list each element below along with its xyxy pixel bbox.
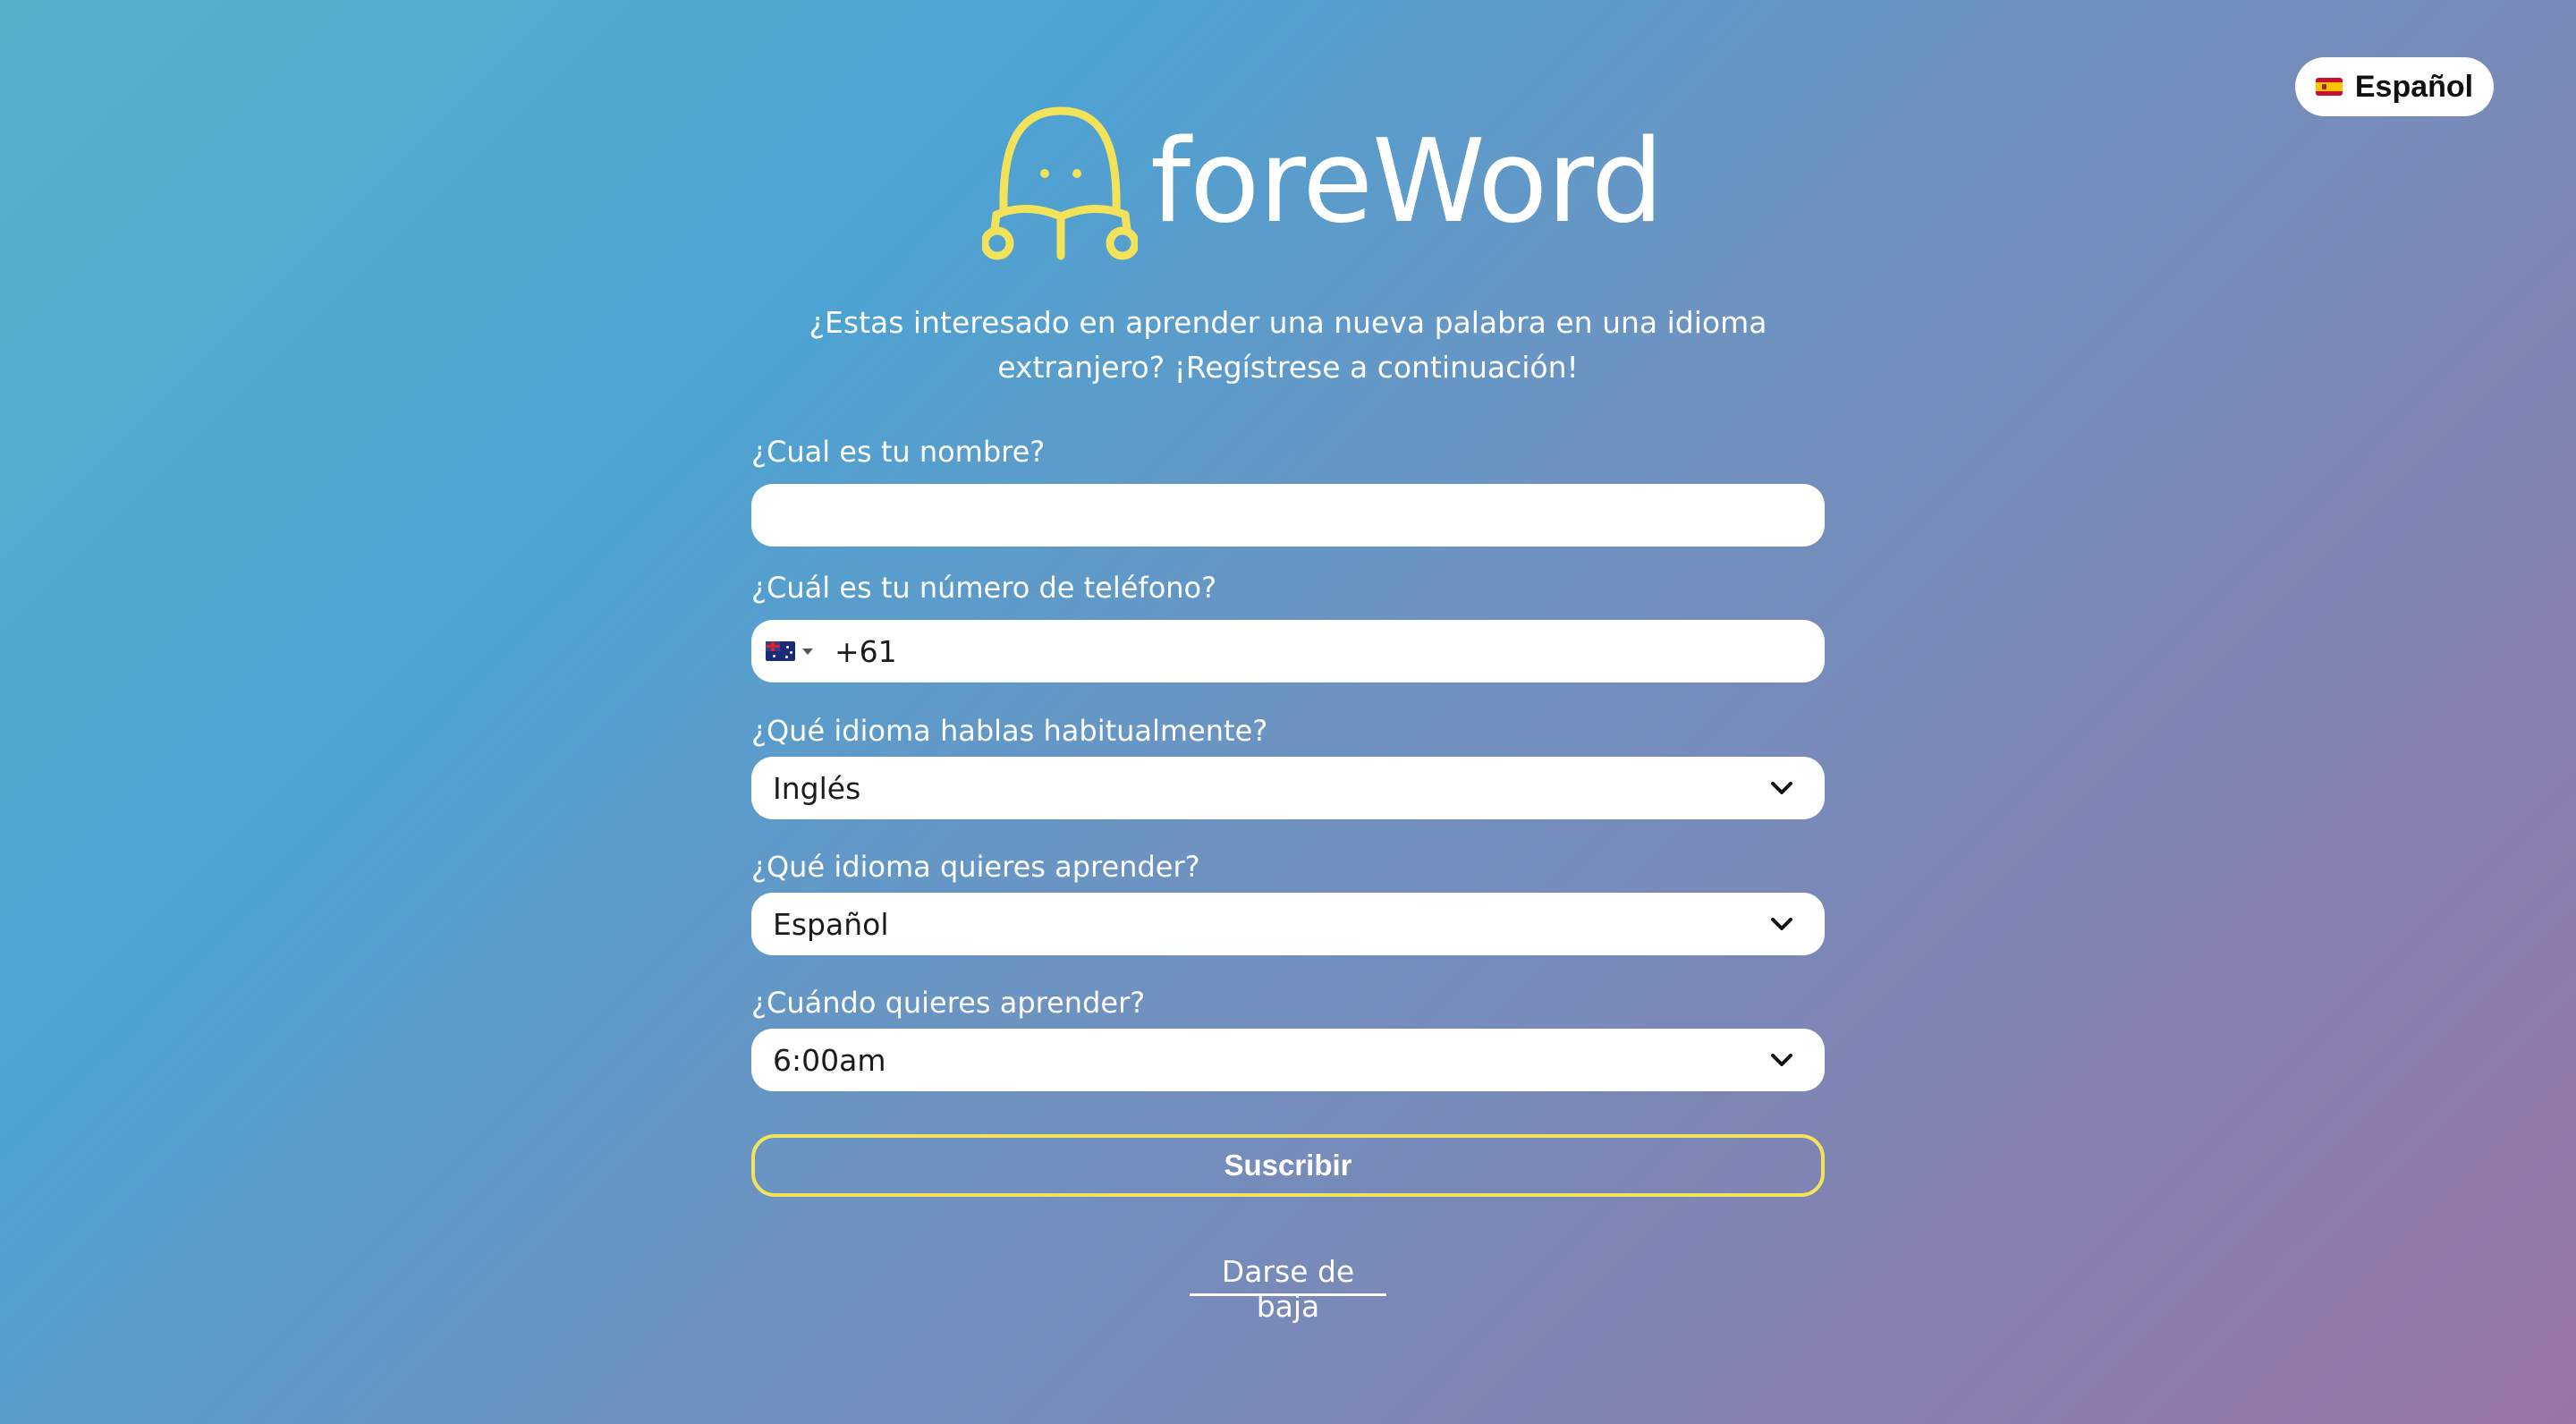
learn-time-label: ¿Cuándo quieres aprender? <box>751 986 1146 1020</box>
intro-line-1: ¿Estas interesado en aprender una nueva … <box>809 305 1767 340</box>
phone-country-code: +61 <box>835 633 897 669</box>
unsubscribe-underline <box>1190 1293 1386 1296</box>
unsubscribe-link[interactable]: Darse de baja <box>1190 1254 1386 1324</box>
australia-flag-icon[interactable] <box>766 641 795 661</box>
chevron-down-icon <box>1771 918 1792 930</box>
target-language-label: ¿Qué idioma quieres aprender? <box>751 850 1200 884</box>
learn-time-select[interactable]: 6:00am <box>751 1029 1825 1091</box>
target-language-value: Español <box>773 906 889 942</box>
target-language-select[interactable]: Español <box>751 893 1825 955</box>
native-language-select[interactable]: Inglés <box>751 757 1825 819</box>
intro-line-2: extranjero? ¡Regístrese a continuación! <box>997 350 1579 385</box>
name-label: ¿Cual es tu nombre? <box>751 435 1046 469</box>
subscribe-button[interactable]: Suscribir <box>751 1134 1825 1197</box>
phone-label: ¿Cuál es tu número de teléfono? <box>751 571 1217 605</box>
country-dropdown-caret-icon[interactable] <box>802 648 813 655</box>
phone-input[interactable]: +61 <box>751 620 1825 682</box>
chevron-down-icon <box>1771 1054 1792 1066</box>
language-toggle-label: Español <box>2354 69 2474 104</box>
language-toggle-button[interactable]: Español <box>2295 57 2494 116</box>
spain-flag-icon <box>2315 78 2343 96</box>
intro-text: ¿Estas interesado en aprender una nueva … <box>751 301 1825 390</box>
native-language-label: ¿Qué idioma hablas habitualmente? <box>751 714 1268 748</box>
brand-logo: foreWord <box>982 106 1664 263</box>
learn-time-value: 6:00am <box>773 1042 886 1078</box>
reading-person-logo-icon <box>982 106 1138 260</box>
brand-name: foreWord <box>1150 115 1664 249</box>
name-input[interactable] <box>751 484 1825 547</box>
chevron-down-icon <box>1771 782 1792 794</box>
native-language-value: Inglés <box>773 770 861 806</box>
